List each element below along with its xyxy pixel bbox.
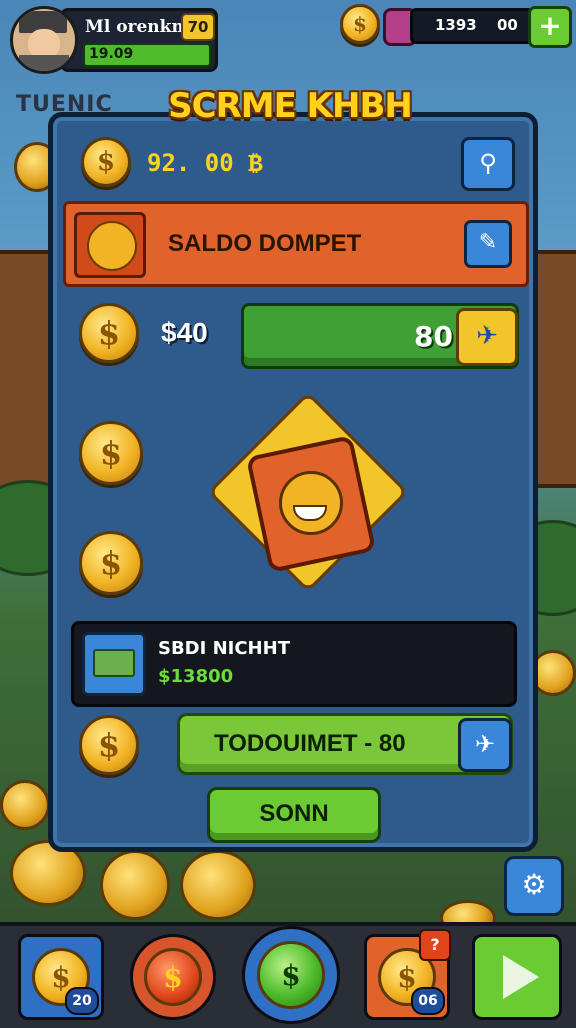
xp-bar: 19.09 bbox=[83, 43, 211, 67]
confirm-button[interactable]: SONN bbox=[207, 787, 381, 843]
nav-bonus-button[interactable]: $ ? 06 bbox=[364, 929, 451, 1020]
item-amount: $13800 bbox=[158, 666, 234, 687]
player-avatar[interactable] bbox=[10, 6, 78, 74]
nav-bonus-badge: 06 bbox=[411, 987, 445, 1015]
confirm-label: SONN bbox=[259, 800, 329, 827]
edit-button[interactable]: ✎ bbox=[464, 220, 512, 268]
settings-button[interactable]: ⚙ bbox=[504, 856, 564, 916]
game-title: SCRME KHBH bbox=[168, 86, 413, 126]
currency-display: 1393 00 bbox=[410, 8, 534, 44]
coin-icon: $ bbox=[257, 941, 325, 1009]
price-coin-icon: $ bbox=[79, 303, 139, 363]
nav-shop-button[interactable]: $ bbox=[130, 934, 216, 1020]
balance-coin-icon: $ bbox=[81, 137, 131, 187]
progress-value: 80 bbox=[414, 320, 453, 353]
nav-bonus-alert: ? bbox=[419, 929, 451, 961]
wallet-card-icon bbox=[74, 212, 146, 278]
cash-stack-icon bbox=[82, 632, 146, 696]
send-button[interactable]: ✈ bbox=[456, 308, 518, 366]
currency-sub-value: 00 bbox=[497, 16, 518, 34]
coin-icon: $ bbox=[79, 421, 143, 485]
balance-value: 92. 00 ₿ bbox=[147, 149, 263, 177]
nav-home-button[interactable]: $ bbox=[242, 926, 340, 1024]
level-badge: 70 bbox=[181, 13, 215, 41]
nav-wallet-button[interactable]: $ 20 bbox=[18, 934, 104, 1020]
wallet-header: SALDO DOMPET ✎ bbox=[63, 201, 529, 287]
coin-icon[interactable]: $ bbox=[340, 4, 380, 44]
item-name: SBDI NICHHT bbox=[158, 638, 290, 659]
wallet-emblem-icon bbox=[207, 391, 409, 593]
wallet-panel: $ 92. 00 ₿ ⚲ SALDO DOMPET ✎ $ $40 80 ✈ $… bbox=[48, 112, 538, 852]
progress-bar: 80 ✈ bbox=[241, 303, 519, 369]
add-currency-button[interactable]: + bbox=[528, 6, 572, 48]
coin-pile bbox=[100, 850, 170, 920]
coin-pile bbox=[0, 780, 50, 830]
item-card[interactable]: SBDI NICHHT $13800 bbox=[71, 621, 517, 707]
send-button[interactable]: ✈ bbox=[458, 718, 512, 772]
coin-icon: $ bbox=[79, 531, 143, 595]
coin-icon: $ bbox=[144, 948, 202, 1006]
play-button[interactable] bbox=[472, 934, 562, 1020]
transfer-action-label: TODOUIMET - 80 bbox=[214, 730, 406, 757]
currency-value: 1393 bbox=[435, 16, 477, 34]
pin-button[interactable]: ⚲ bbox=[461, 137, 515, 191]
price-value: $40 bbox=[161, 317, 208, 348]
coin-pile bbox=[180, 850, 256, 920]
xp-value: 19.09 bbox=[89, 46, 134, 62]
transfer-action-button[interactable]: TODOUIMET - 80 ✈ bbox=[177, 713, 513, 775]
player-name: Ml orenkn bbox=[85, 17, 184, 37]
player-profile[interactable]: Ml orenkn 70 19.09 bbox=[60, 8, 218, 72]
play-icon bbox=[503, 955, 539, 999]
bottom-nav: $ 20 $ $ $ ? 06 bbox=[0, 922, 576, 1028]
coin-icon: $ bbox=[79, 715, 139, 775]
wallet-title: SALDO DOMPET bbox=[168, 230, 362, 257]
nav-wallet-badge: 20 bbox=[65, 987, 99, 1015]
